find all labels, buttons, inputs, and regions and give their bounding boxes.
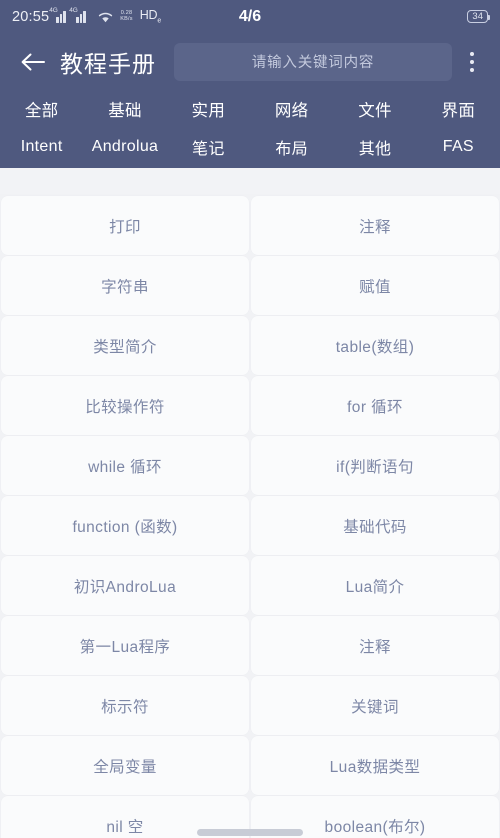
grid-item-label: 初识AndroLua [73,578,177,596]
back-button[interactable] [18,47,48,77]
hd-label: HD [139,8,158,23]
grid-item-label: if(判断语句 [336,458,414,476]
grid-item-label: 基础代码 [343,518,407,536]
network-speed-indicator: 0.28 KB/s [120,10,133,22]
grid-item[interactable]: 注释 [251,196,499,255]
grid-item[interactable]: 类型简介 [1,316,249,375]
battery-level-label: 34 [472,11,483,22]
tab-basic[interactable]: 基础 [83,97,166,121]
wifi-icon [98,11,113,23]
grid-item[interactable]: Lua数据类型 [251,736,499,795]
tab-androlua[interactable]: Androlua [83,138,166,156]
tab-file[interactable]: 文件 [333,97,416,121]
tab-practical[interactable]: 实用 [167,97,250,121]
grid-item[interactable]: 基础代码 [251,496,499,555]
grid-item-label: 标示符 [101,698,149,716]
grid-item[interactable]: 字符串 [1,256,249,315]
tab-layout[interactable]: 布局 [250,135,333,159]
grid-item[interactable]: 注释 [251,616,499,675]
home-indicator[interactable] [197,829,303,836]
grid-item[interactable]: for 循环 [251,376,499,435]
grid-item-label: 关键词 [351,698,399,716]
grid-item[interactable]: 赋值 [251,256,499,315]
grid-item[interactable]: table(数组) [251,316,499,375]
grid-item-label: 全局变量 [93,758,157,776]
grid-item-label: 赋值 [359,278,391,296]
grid-item-label: nil 空 [106,818,144,836]
cellular-signal-2-label: 4G [69,6,78,14]
app-bar: 教程手册 请输入关键词内容 [0,33,500,90]
grid-item-label: boolean(布尔) [324,818,426,836]
hd-voice-icon: HDe [139,8,162,25]
search-placeholder: 请输入关键词内容 [251,55,375,71]
page-title: 教程手册 [60,50,156,77]
cellular-signal-2-icon: 4G [69,7,89,23]
grid-item[interactable]: 全局变量 [1,736,249,795]
tab-network[interactable]: 网络 [250,97,333,121]
grid-item[interactable]: function (函数) [1,496,249,555]
grid-item[interactable]: 关键词 [251,676,499,735]
tab-intent[interactable]: Intent [0,138,83,156]
tab-row-primary: 全部 基础 实用 网络 文件 界面 [0,90,500,128]
tab-fas[interactable]: FAS [417,138,500,156]
grid-item-label: 打印 [109,218,141,236]
grid-item-label: Lua简介 [345,578,405,596]
tab-all[interactable]: 全部 [0,97,83,121]
grid-item-label: while 循环 [88,458,162,476]
grid-item[interactable]: 打印 [1,196,249,255]
status-bar: 20:55 4G 4G 0.28 KB/s HDe 4/6 34 [0,0,500,33]
tab-ui[interactable]: 界面 [417,97,500,121]
status-clock: 20:55 [12,8,50,25]
grid-item-label: function (函数) [72,518,178,536]
grid-item-label: 比较操作符 [85,398,165,416]
grid-item-label: for 循环 [347,398,403,416]
grid-item-label: Lua数据类型 [329,758,421,776]
grid-item-label: 字符串 [101,278,149,296]
grid-item[interactable]: 比较操作符 [1,376,249,435]
grid-item[interactable]: 第一Lua程序 [1,616,249,675]
cellular-signal-1-icon: 4G [49,7,69,23]
more-vertical-icon[interactable] [458,43,486,81]
arrow-left-icon [20,52,46,72]
grid-item[interactable]: 标示符 [1,676,249,735]
tutorial-list-scroll-area[interactable]: 打印 注释 字符串 赋值 类型简介 table(数组) 比较操作符 for 循环… [0,194,500,838]
grid-item-label: 类型简介 [93,338,157,356]
grid-item[interactable]: if(判断语句 [251,436,499,495]
status-bar-right: 34 [467,10,490,23]
tutorial-grid: 打印 注释 字符串 赋值 类型简介 table(数组) 比较操作符 for 循环… [0,195,500,838]
cellular-signal-1-label: 4G [49,6,58,14]
grid-item[interactable]: 初识AndroLua [1,556,249,615]
category-tabs: 全部 基础 实用 网络 文件 界面 Intent Androlua 笔记 布局 … [0,90,500,168]
search-input[interactable]: 请输入关键词内容 [174,42,452,81]
grid-item-label: 注释 [359,218,391,236]
grid-item[interactable]: Lua简介 [251,556,499,615]
battery-indicator: 34 [467,10,490,23]
status-bar-left: 20:55 4G 4G 0.28 KB/s HDe [12,7,162,25]
tab-notes[interactable]: 笔记 [167,135,250,159]
tab-other[interactable]: 其他 [333,135,416,159]
grid-item-label: table(数组) [335,338,415,356]
grid-item-label: 第一Lua程序 [79,638,171,656]
network-speed-unit: KB/s [120,15,133,22]
hd-sub-label: e [157,17,162,25]
grid-item-label: 注释 [359,638,391,656]
grid-item[interactable]: while 循环 [1,436,249,495]
tab-row-secondary: Intent Androlua 笔记 布局 其他 FAS [0,128,500,166]
